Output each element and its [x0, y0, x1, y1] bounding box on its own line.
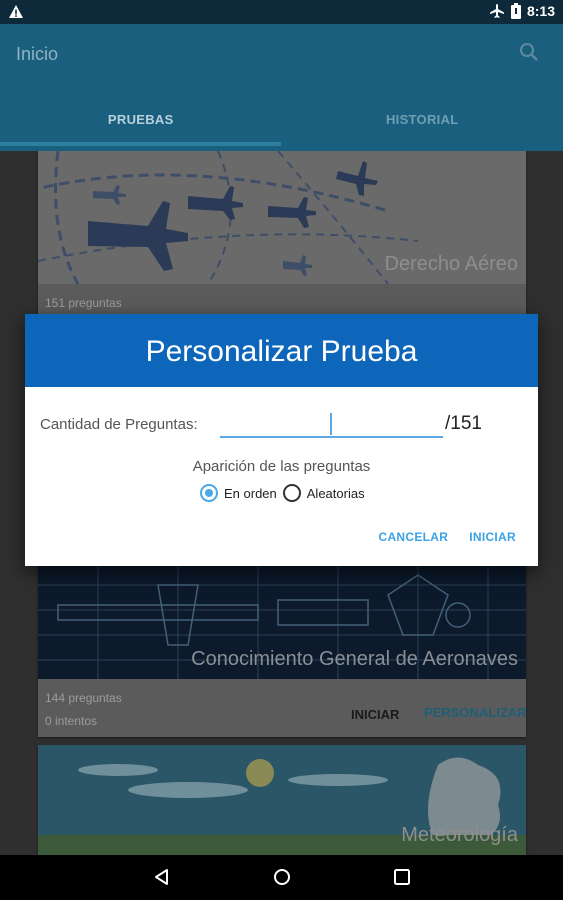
back-icon[interactable] [152, 867, 172, 887]
recents-icon[interactable] [392, 867, 412, 887]
cancel-button[interactable]: CANCELAR [378, 530, 448, 544]
card-image: Meteorología [38, 745, 526, 855]
app-bar: Inicio PRUEBAS HISTORIAL [0, 24, 563, 151]
test-card[interactable]: Meteorología [38, 745, 526, 855]
radio-button-unchecked[interactable] [282, 484, 301, 502]
tab-bar: PRUEBAS HISTORIAL [0, 94, 563, 146]
test-card[interactable]: Derecho Aéreo 151 preguntas [38, 151, 526, 321]
status-time: 8:13 [526, 3, 555, 19]
question-count: 151 preguntas [45, 296, 122, 310]
navigation-bar [0, 855, 563, 900]
app-title: Inicio [16, 44, 59, 64]
dialog-title: Personalizar Prueba [25, 314, 538, 387]
customize-button[interactable]: PERSONALIZAR [424, 705, 527, 720]
card-title: Derecho Aéreo [384, 253, 518, 275]
tab-historial[interactable]: HISTORIAL [282, 94, 563, 146]
search-icon[interactable] [517, 40, 541, 64]
customize-test-dialog: Personalizar Prueba Cantidad de Pregunta… [25, 314, 538, 566]
airplane-mode-icon [489, 4, 504, 18]
radio-label: En orden [224, 485, 277, 501]
status-bar: 8:13 [0, 0, 563, 24]
card-image: Derecho Aéreo [38, 151, 526, 284]
attempt-count: 0 intentos [45, 714, 98, 728]
radio-option-in-order[interactable]: En orden [200, 484, 277, 502]
quantity-total: /151 [445, 413, 482, 434]
quantity-label: Cantidad de Preguntas: [40, 416, 198, 433]
dialog-actions: CANCELAR INICIAR [378, 530, 516, 544]
home-icon[interactable] [272, 867, 292, 887]
warning-icon [9, 5, 23, 18]
order-radio-group: En orden Aleatorias [200, 484, 371, 502]
tab-pruebas[interactable]: PRUEBAS [0, 94, 282, 146]
radio-label: Aleatorias [306, 485, 365, 501]
order-title: Aparición de las preguntas [192, 458, 371, 475]
tab-indicator [0, 142, 281, 146]
card-title: Conocimiento General de Aeronaves [191, 648, 518, 670]
radio-button-checked[interactable] [200, 484, 218, 502]
question-count: 144 preguntas [45, 691, 122, 705]
card-image: Conocimiento General de Aeronaves [38, 565, 526, 679]
radio-option-random[interactable]: Aleatorias [282, 484, 365, 502]
test-card[interactable]: Conocimiento General de Aeronaves 144 pr… [38, 565, 527, 737]
start-button[interactable]: INICIAR [469, 530, 516, 544]
card-title: Meteorología [401, 824, 518, 846]
start-button[interactable]: INICIAR [351, 707, 399, 722]
battery-icon [510, 3, 521, 19]
text-cursor [330, 413, 332, 435]
